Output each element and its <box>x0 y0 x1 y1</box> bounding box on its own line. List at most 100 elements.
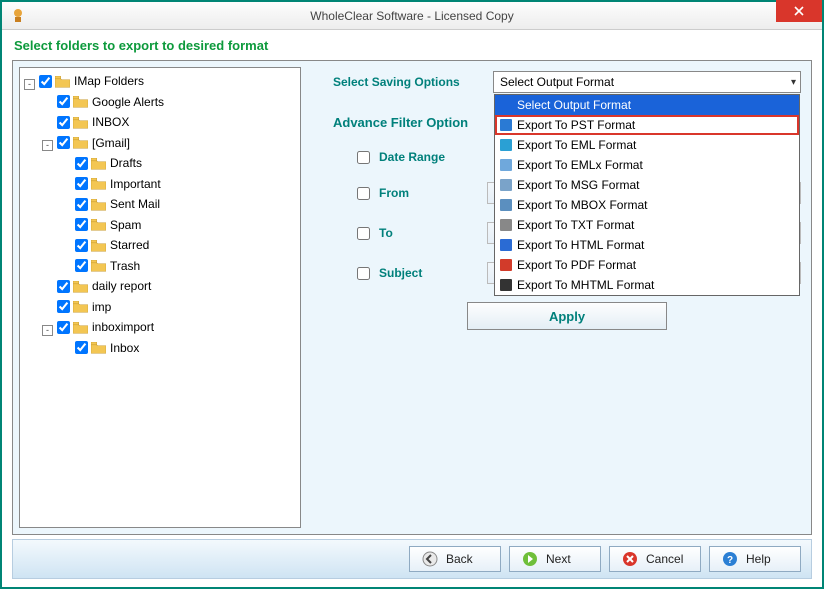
tree-row[interactable]: Google Alerts <box>57 93 164 111</box>
output-format-option[interactable]: Export To MSG Format <box>495 175 799 195</box>
folder-tree[interactable]: -IMap FoldersGoogle AlertsINBOX-[Gmail]D… <box>19 67 301 528</box>
tree-checkbox[interactable] <box>75 157 88 170</box>
subject-checkbox-input[interactable] <box>357 267 370 280</box>
tree-label: Google Alerts <box>92 93 164 111</box>
tree-row[interactable]: Important <box>75 175 161 193</box>
tree-checkbox[interactable] <box>75 239 88 252</box>
tree-node[interactable]: Sent Mail <box>60 195 298 216</box>
next-button[interactable]: Next <box>509 546 601 572</box>
from-checkbox-input[interactable] <box>357 187 370 200</box>
tree-label: Important <box>110 175 161 193</box>
tree-row[interactable]: Trash <box>75 257 140 275</box>
tree-checkbox[interactable] <box>75 259 88 272</box>
folder-icon <box>73 321 88 333</box>
tree-checkbox[interactable] <box>75 198 88 211</box>
tree-checkbox[interactable] <box>39 75 52 88</box>
output-format-option[interactable]: Export To HTML Format <box>495 235 799 255</box>
tree-row[interactable]: IMap Folders <box>39 72 144 90</box>
tree-checkbox[interactable] <box>75 177 88 190</box>
window-title: WholeClear Software - Licensed Copy <box>2 9 822 23</box>
output-format-option[interactable]: Export To PDF Format <box>495 255 799 275</box>
titlebar: WholeClear Software - Licensed Copy <box>2 2 822 30</box>
option-label: Export To PST Format <box>517 118 635 132</box>
tree-row[interactable]: Inbox <box>75 339 139 357</box>
output-format-option[interactable]: Export To EMLx Format <box>495 155 799 175</box>
tree-node[interactable]: Google Alerts <box>42 93 298 114</box>
format-icon <box>499 258 513 272</box>
tree-label: Trash <box>110 257 140 275</box>
tree-checkbox[interactable] <box>57 300 70 313</box>
tree-node[interactable]: -[Gmail] Drafts Important Sent Mail Spam Star… <box>42 134 298 278</box>
format-icon <box>499 238 513 252</box>
tree-node[interactable]: daily report <box>42 277 298 298</box>
expand-toggle[interactable]: - <box>42 140 53 151</box>
tree-node[interactable]: Inbox <box>60 339 298 360</box>
back-button[interactable]: Back <box>409 546 501 572</box>
date-range-label: Date Range <box>379 150 445 164</box>
date-range-checkbox[interactable]: Date Range <box>357 150 487 164</box>
apply-button[interactable]: Apply <box>467 302 667 330</box>
output-format-selected: Select Output Format <box>500 75 614 89</box>
date-range-checkbox-input[interactable] <box>357 151 370 164</box>
tree-checkbox[interactable] <box>57 95 70 108</box>
format-icon <box>499 198 513 212</box>
output-format-option[interactable]: Export To PST Format <box>495 115 799 135</box>
tree-checkbox[interactable] <box>57 116 70 129</box>
tree-node[interactable]: Starred <box>60 236 298 257</box>
folder-icon <box>73 280 88 292</box>
tree-checkbox[interactable] <box>75 341 88 354</box>
tree-label: daily report <box>92 277 151 295</box>
tree-row[interactable]: inboximport <box>57 318 154 336</box>
folder-icon <box>73 96 88 108</box>
tree-row[interactable]: Spam <box>75 216 141 234</box>
expand-toggle[interactable]: - <box>24 79 35 90</box>
output-format-dropdown[interactable]: Select Output Format Export To PST Format… <box>494 94 800 296</box>
subject-checkbox[interactable]: Subject <box>357 266 487 280</box>
tree-node[interactable]: imp <box>42 298 298 319</box>
output-format-option[interactable]: Select Output Format <box>495 95 799 115</box>
expand-toggle[interactable]: - <box>42 325 53 336</box>
tree-row[interactable]: Drafts <box>75 154 142 172</box>
output-format-option[interactable]: Export To MHTML Format <box>495 275 799 295</box>
tree-row[interactable]: INBOX <box>57 113 129 131</box>
from-label: From <box>379 186 409 200</box>
tree-row[interactable]: daily report <box>57 277 151 295</box>
tree-label: IMap Folders <box>74 72 144 90</box>
option-label: Export To HTML Format <box>517 238 644 252</box>
tree-row[interactable]: imp <box>57 298 111 316</box>
tree-row[interactable]: [Gmail] <box>57 134 130 152</box>
to-checkbox[interactable]: To <box>357 226 487 240</box>
tree-label: Drafts <box>110 154 142 172</box>
tree-node[interactable]: Drafts <box>60 154 298 175</box>
tree-node[interactable]: Trash <box>60 257 298 278</box>
folder-icon <box>91 198 106 210</box>
tree-checkbox[interactable] <box>57 136 70 149</box>
output-format-option[interactable]: Export To MBOX Format <box>495 195 799 215</box>
cancel-label: Cancel <box>646 552 683 566</box>
folder-icon <box>91 239 106 251</box>
cancel-button[interactable]: Cancel <box>609 546 701 572</box>
main-panel: -IMap FoldersGoogle AlertsINBOX-[Gmail]D… <box>12 60 812 535</box>
tree-checkbox[interactable] <box>57 321 70 334</box>
output-format-option[interactable]: Export To EML Format <box>495 135 799 155</box>
to-checkbox-input[interactable] <box>357 227 370 240</box>
tree-checkbox[interactable] <box>75 218 88 231</box>
tree-row[interactable]: Sent Mail <box>75 195 160 213</box>
tree-checkbox[interactable] <box>57 280 70 293</box>
help-button[interactable]: ? Help <box>709 546 801 572</box>
tree-label: Starred <box>110 236 149 254</box>
tree-node[interactable]: INBOX <box>42 113 298 134</box>
close-button[interactable] <box>776 0 822 22</box>
tree-node[interactable]: -inboximport Inbox <box>42 318 298 359</box>
format-icon <box>499 158 513 172</box>
tree-node[interactable]: Spam <box>60 216 298 237</box>
from-checkbox[interactable]: From <box>357 186 487 200</box>
output-format-option[interactable]: Export To TXT Format <box>495 215 799 235</box>
option-label: Export To TXT Format <box>517 218 634 232</box>
tree-node[interactable]: Important <box>60 175 298 196</box>
folder-icon <box>55 75 70 87</box>
tree-node[interactable]: -IMap FoldersGoogle AlertsINBOX-[Gmail]D… <box>24 72 298 359</box>
tree-row[interactable]: Starred <box>75 236 149 254</box>
folder-icon <box>73 116 88 128</box>
output-format-select[interactable]: Select Output Format ▾ Select Output For… <box>493 71 801 93</box>
